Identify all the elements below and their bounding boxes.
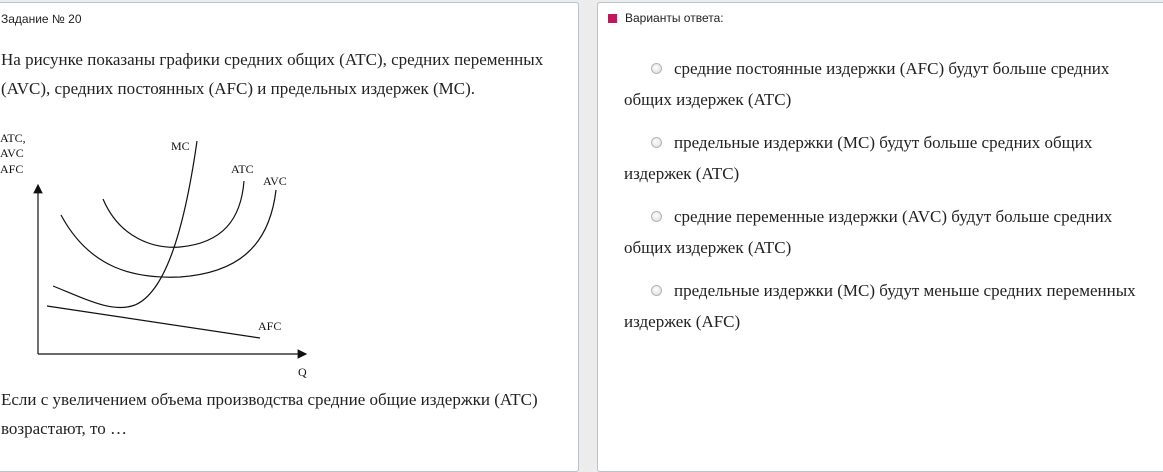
answer-option-4[interactable]: предельные издержки (MC) будут меньше ср… — [624, 275, 1149, 337]
radio-button-icon[interactable] — [651, 285, 662, 296]
answer-option-label: предельные издержки (MC) будут больше ср… — [624, 133, 1093, 183]
atc-curve — [102, 180, 245, 248]
answer-option-label: средние постоянные издержки (AFC) будут … — [624, 59, 1110, 109]
answer-option-label: предельные издержки (MC) будут меньше ср… — [624, 281, 1136, 331]
y-axis-label-line-1: ATC, — [0, 131, 26, 145]
radio-button-icon[interactable] — [651, 63, 662, 74]
y-axis-label-line-3: AFC — [0, 162, 23, 176]
answer-option-3[interactable]: средние переменные издержки (AVC) будут … — [624, 201, 1149, 263]
afc-curve-label: AFC — [258, 319, 281, 333]
task-panel: Задание № 20 На рисунке показаны графики… — [0, 2, 579, 472]
avc-curve — [60, 189, 277, 278]
afc-curve — [46, 305, 261, 339]
mc-curve — [52, 140, 198, 309]
avc-curve-label: AVC — [263, 174, 287, 188]
task-title: Задание № 20 — [1, 12, 82, 26]
answers-title-text: Варианты ответа: — [625, 11, 724, 25]
answers-marker-icon — [608, 14, 617, 23]
answer-option-label: средние переменные издержки (AVC) будут … — [624, 207, 1113, 257]
y-axis-label-line-2: AVC — [0, 146, 24, 160]
answers-panel: Варианты ответа: средние постоянные изде… — [597, 2, 1163, 472]
radio-button-icon[interactable] — [651, 211, 662, 222]
answer-option-1[interactable]: средние постоянные издержки (AFC) будут … — [624, 53, 1149, 115]
cost-curves-graph: ATC, AVC AFC Q AFC MC ATC AVC — [0, 131, 308, 379]
radio-button-icon[interactable] — [651, 137, 662, 148]
answer-options: средние постоянные издержки (AFC) будут … — [624, 53, 1149, 349]
question-text: На рисунке показаны графики средних общи… — [1, 50, 544, 98]
answers-title: Варианты ответа: — [608, 11, 724, 25]
mc-curve-label: MC — [171, 139, 190, 153]
x-axis-label: Q — [298, 365, 307, 379]
question-tail-text: Если с увеличением объема производства с… — [1, 390, 538, 438]
atc-curve-label: ATC — [231, 162, 254, 176]
answer-option-2[interactable]: предельные издержки (MC) будут больше ср… — [624, 127, 1149, 189]
